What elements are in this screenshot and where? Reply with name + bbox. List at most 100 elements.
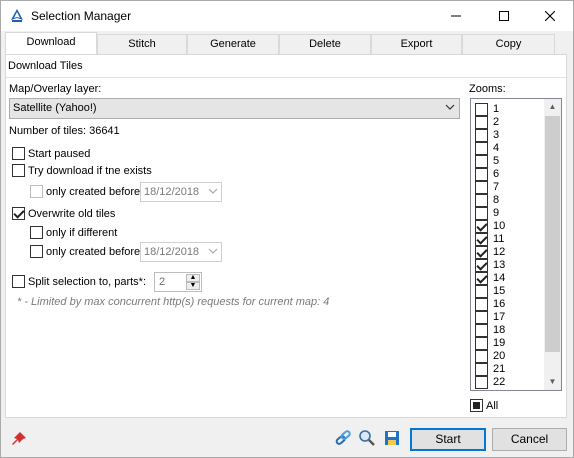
all-zooms-label: All xyxy=(486,400,499,412)
selection-manager-window: Selection Manager Download Stitch Genera… xyxy=(0,0,574,458)
minimize-button[interactable] xyxy=(433,1,479,31)
zoom-label: 4 xyxy=(493,142,500,154)
overwrite-old-checkbox[interactable] xyxy=(12,207,25,220)
map-layer-value: Satellite (Yahoo!) xyxy=(13,102,97,114)
zooms-label: Zooms: xyxy=(469,83,506,95)
zoom-label: 9 xyxy=(493,207,500,219)
indeterminate-mark xyxy=(473,402,480,409)
zoom-checkbox[interactable] xyxy=(475,363,488,376)
only-created-before-label-2: only created before xyxy=(46,246,141,258)
scroll-down-icon[interactable]: ▼ xyxy=(544,374,561,390)
save-icon[interactable] xyxy=(383,429,401,447)
zoom-checkbox[interactable] xyxy=(475,337,488,350)
zoom-checkbox[interactable] xyxy=(475,220,488,233)
section-divider xyxy=(6,77,568,78)
zoom-checkbox[interactable] xyxy=(475,259,488,272)
zooms-scrollbar[interactable]: ▲ ▼ xyxy=(544,99,561,390)
tab-stitch[interactable]: Stitch xyxy=(97,34,187,54)
tab-export[interactable]: Export xyxy=(371,34,462,54)
overwrite-old-label: Overwrite old tiles xyxy=(28,208,116,220)
zoom-label: 11 xyxy=(493,233,505,245)
zoom-checkbox[interactable] xyxy=(475,246,488,259)
zoom-checkbox[interactable] xyxy=(475,350,488,363)
download-panel: Download Tiles Map/Overlay layer: Satell… xyxy=(5,54,568,418)
zoom-label: 14 xyxy=(493,272,506,284)
zoom-checkbox[interactable] xyxy=(475,285,488,298)
date-value-1: 18/12/2018 xyxy=(144,186,200,198)
cancel-button[interactable]: Cancel xyxy=(492,428,567,451)
only-created-before-checkbox-2[interactable] xyxy=(30,245,43,258)
scrollbar-thumb[interactable] xyxy=(545,116,560,352)
zoom-label: 1 xyxy=(493,103,500,115)
chevron-down-icon xyxy=(445,102,455,115)
zoom-label: 6 xyxy=(493,168,500,180)
zoom-checkbox[interactable] xyxy=(475,207,488,220)
tab-delete[interactable]: Delete xyxy=(279,34,371,54)
split-selection-checkbox[interactable] xyxy=(12,275,25,288)
zoom-checkbox[interactable] xyxy=(475,311,488,324)
zoom-checkbox[interactable] xyxy=(475,116,488,129)
zoom-label: 20 xyxy=(493,350,506,362)
zoom-checkbox[interactable] xyxy=(475,142,488,155)
link-icon[interactable] xyxy=(334,429,352,447)
tab-generate[interactable]: Generate xyxy=(187,34,279,54)
zoom-checkbox[interactable] xyxy=(475,324,488,337)
zoom-checkbox[interactable] xyxy=(475,129,488,142)
split-selection-label: Split selection to, parts*: xyxy=(28,276,147,288)
try-download-label: Try download if tne exists xyxy=(28,165,152,177)
zoom-checkbox[interactable] xyxy=(475,272,488,285)
zoom-label: 16 xyxy=(493,298,506,310)
parts-spinner[interactable]: 2 ▲ ▼ xyxy=(154,272,202,292)
section-title: Download Tiles xyxy=(8,60,83,72)
tab-copy[interactable]: Copy xyxy=(462,34,555,54)
date-picker-1[interactable]: 18/12/2018 xyxy=(140,182,222,202)
zoom-label: 15 xyxy=(493,285,506,297)
only-if-different-checkbox[interactable] xyxy=(30,226,43,239)
only-created-before-checkbox-1[interactable] xyxy=(30,185,43,198)
zoom-label: 7 xyxy=(493,181,500,193)
tiles-count: Number of tiles: 36641 xyxy=(9,125,120,137)
spin-up-icon[interactable]: ▲ xyxy=(186,274,200,282)
only-if-different-label: only if different xyxy=(46,227,118,239)
date-picker-2[interactable]: 18/12/2018 xyxy=(140,242,222,262)
zoom-label: 21 xyxy=(493,363,506,375)
maximize-button[interactable] xyxy=(481,1,527,31)
zoom-label: 2 xyxy=(493,116,500,128)
try-download-checkbox[interactable] xyxy=(12,164,25,177)
close-button[interactable] xyxy=(527,1,573,31)
zooms-list[interactable]: 22 21 20 19 18 17 16 15 14 13 12 11 10 9 8 7 6 5 4 3 2 1 ▲ ▼ xyxy=(470,98,562,391)
zoom-label: 8 xyxy=(493,194,500,206)
zoom-label: 12 xyxy=(493,246,506,258)
app-logo-icon xyxy=(9,8,25,24)
map-layer-select[interactable]: Satellite (Yahoo!) xyxy=(9,98,460,119)
concurrency-note: * - Limited by max concurrent http(s) re… xyxy=(17,296,330,308)
zoom-checkbox[interactable] xyxy=(475,155,488,168)
tab-download[interactable]: Download xyxy=(5,32,97,54)
spin-down-icon[interactable]: ▼ xyxy=(186,282,200,290)
start-button[interactable]: Start xyxy=(410,428,486,451)
zoom-checkbox[interactable] xyxy=(475,168,488,181)
zoom-checkbox[interactable] xyxy=(475,233,488,246)
zoom-checkbox[interactable] xyxy=(475,298,488,311)
zoom-label: 13 xyxy=(493,259,506,271)
map-layer-label: Map/Overlay layer: xyxy=(9,83,102,95)
title-bar: Selection Manager xyxy=(1,1,573,31)
window-title: Selection Manager xyxy=(31,9,132,23)
scroll-up-icon[interactable]: ▲ xyxy=(544,99,561,115)
start-paused-checkbox[interactable] xyxy=(12,147,25,160)
zoom-checkbox[interactable] xyxy=(475,194,488,207)
zoom-label: 22 xyxy=(493,376,506,388)
date-value-2: 18/12/2018 xyxy=(144,246,200,258)
start-paused-label: Start paused xyxy=(28,148,91,160)
zoom-checkbox[interactable] xyxy=(475,181,488,194)
pin-icon[interactable] xyxy=(10,430,28,448)
chevron-down-icon xyxy=(208,245,218,260)
zoom-search-icon[interactable] xyxy=(358,429,376,447)
zoom-label: 10 xyxy=(493,220,506,232)
zoom-checkbox[interactable] xyxy=(475,376,488,389)
zoom-label: 19 xyxy=(493,337,506,349)
zoom-label: 18 xyxy=(493,324,506,336)
all-zooms-checkbox[interactable] xyxy=(470,399,483,412)
parts-value: 2 xyxy=(159,276,166,288)
zoom-checkbox[interactable] xyxy=(475,103,488,116)
